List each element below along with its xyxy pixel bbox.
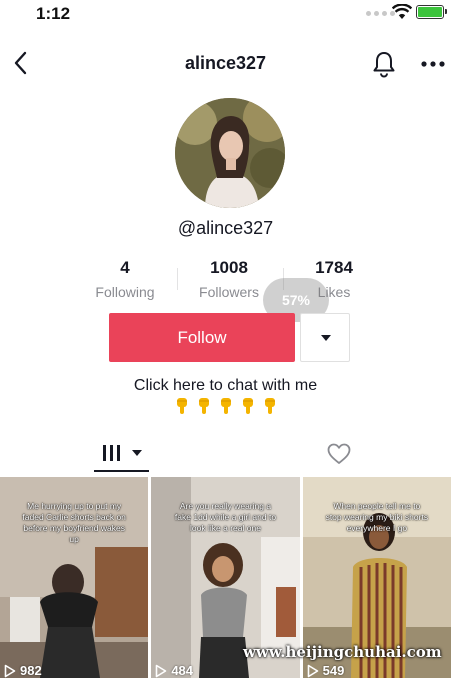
- wifi-icon: [392, 4, 412, 19]
- view-count: 549: [307, 663, 345, 678]
- status-bar: 1:12: [0, 0, 451, 28]
- bio-text: Click here to chat with me: [133, 377, 318, 394]
- play-icon: [4, 664, 16, 677]
- stat-label: Following: [95, 284, 155, 300]
- stat-value: 1784: [315, 258, 353, 277]
- pointing-down-emoji-icon: [172, 396, 192, 416]
- more-options-icon[interactable]: [420, 54, 446, 74]
- tab-videos[interactable]: [94, 436, 149, 474]
- view-count: 982: [4, 663, 42, 678]
- profile-stats: 4 Following 1008 Followers 1784 Likes: [0, 258, 451, 302]
- video-thumbnail[interactable]: Me hurrying up to put my faded Carlie sh…: [0, 477, 149, 678]
- view-count-value: 549: [322, 663, 345, 678]
- view-count: 484: [155, 663, 193, 678]
- video-caption: When people tell me to stop wearing my b…: [325, 501, 429, 533]
- video-caption: Me hurrying up to put my faded Carlie sh…: [22, 501, 126, 544]
- signal-icon: [366, 11, 395, 16]
- pointing-down-emoji-icon: [238, 396, 258, 416]
- play-icon: [307, 664, 318, 677]
- view-count-value: 484: [171, 663, 194, 678]
- play-icon: [156, 664, 167, 677]
- profile-header: alince327: [0, 44, 451, 84]
- follow-button[interactable]: Follow: [109, 313, 295, 362]
- content-tabs: [0, 436, 451, 474]
- chevron-down-icon: [132, 450, 142, 456]
- bell-icon[interactable]: [370, 50, 398, 78]
- heart-icon[interactable]: [326, 442, 352, 466]
- video-caption: Are you really wearing a fake 1dd while …: [174, 501, 277, 533]
- pointing-down-emoji-icon: [194, 396, 214, 416]
- avatar[interactable]: [175, 98, 285, 208]
- battery-icon: [416, 5, 447, 19]
- active-tab-indicator: [94, 470, 149, 472]
- watermark-text: www.heijingchuhai.com: [243, 643, 442, 661]
- profile-handle: @alince327: [177, 218, 274, 238]
- view-count-value: 982: [20, 663, 42, 678]
- pointing-down-emoji-icon: [260, 396, 280, 416]
- pointing-down-emoji-icon: [216, 396, 236, 416]
- grid-icon: [103, 445, 120, 461]
- stat-value: 4: [120, 258, 130, 277]
- status-time: 1:12: [36, 4, 71, 23]
- stat-following[interactable]: 4 Following: [70, 258, 180, 300]
- stat-value: 1008: [210, 258, 248, 277]
- bio-emoji-row: [0, 396, 451, 416]
- suggested-accounts-dropdown[interactable]: [300, 313, 350, 362]
